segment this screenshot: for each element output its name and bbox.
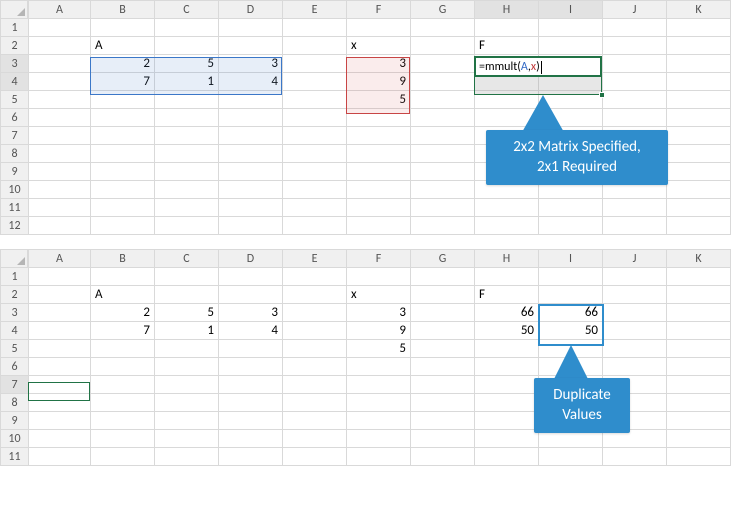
cell[interactable]: 9 bbox=[347, 322, 411, 340]
cell[interactable]: 3 bbox=[219, 55, 283, 73]
cell[interactable]: 50 bbox=[539, 322, 603, 340]
cell[interactable]: 9 bbox=[347, 73, 411, 91]
cell[interactable]: 7 bbox=[91, 73, 155, 91]
row-header[interactable]: 7 bbox=[1, 127, 29, 145]
row-header[interactable]: 7 bbox=[1, 376, 29, 394]
cell[interactable]: 3 bbox=[347, 304, 411, 322]
row-header[interactable]: 9 bbox=[1, 412, 29, 430]
col-header[interactable]: C bbox=[155, 1, 219, 19]
vector-x-label: x bbox=[347, 286, 411, 304]
spreadsheet-bottom: A B C D E F G H I J K 1 2 A x F 3 bbox=[0, 249, 747, 466]
col-header[interactable]: A bbox=[29, 1, 91, 19]
col-header[interactable]: D bbox=[219, 250, 283, 268]
row-header[interactable]: 5 bbox=[1, 340, 29, 358]
cell[interactable]: 1 bbox=[155, 73, 219, 91]
row-header[interactable]: 9 bbox=[1, 163, 29, 181]
col-header[interactable]: E bbox=[283, 250, 347, 268]
vector-x-label: x bbox=[347, 37, 411, 55]
row-header[interactable]: 8 bbox=[1, 394, 29, 412]
grid-top[interactable]: A B C D E F G H I J K 1 2 A x F 3 bbox=[0, 0, 731, 235]
matrix-a-label: A bbox=[91, 37, 155, 55]
row-header[interactable]: 4 bbox=[1, 73, 29, 91]
col-header[interactable]: F bbox=[347, 250, 411, 268]
select-all-corner[interactable] bbox=[0, 0, 28, 19]
col-header[interactable]: G bbox=[411, 1, 475, 19]
row-header[interactable]: 4 bbox=[1, 322, 29, 340]
cell[interactable]: 3 bbox=[347, 55, 411, 73]
row-header[interactable]: 8 bbox=[1, 145, 29, 163]
cell[interactable]: 66 bbox=[539, 304, 603, 322]
spreadsheet-top: A B C D E F G H I J K 1 2 A x F 3 bbox=[0, 0, 747, 235]
col-header[interactable]: A bbox=[29, 250, 91, 268]
col-header[interactable]: J bbox=[603, 250, 667, 268]
row-header[interactable]: 2 bbox=[1, 37, 29, 55]
grid-bottom[interactable]: A B C D E F G H I J K 1 2 A x F 3 bbox=[0, 249, 731, 466]
row-header[interactable]: 10 bbox=[1, 430, 29, 448]
cell[interactable]: 7 bbox=[91, 322, 155, 340]
row-header[interactable]: 1 bbox=[1, 19, 29, 37]
col-header[interactable]: B bbox=[91, 250, 155, 268]
row-header[interactable]: 3 bbox=[1, 55, 29, 73]
cell[interactable]: 3 bbox=[219, 304, 283, 322]
col-header[interactable]: J bbox=[603, 1, 667, 19]
col-header-row: A B C D E F G H I J K bbox=[1, 1, 731, 19]
col-header[interactable]: B bbox=[91, 1, 155, 19]
result-f-label: F bbox=[475, 37, 539, 55]
row-header[interactable]: 6 bbox=[1, 109, 29, 127]
formula-input[interactable]: =mmult(A,x) bbox=[476, 58, 600, 74]
row-header[interactable]: 11 bbox=[1, 448, 29, 466]
cell[interactable]: 5 bbox=[155, 55, 219, 73]
col-header-row: A B C D E F G H I J K bbox=[1, 250, 731, 268]
cell[interactable]: 50 bbox=[475, 322, 539, 340]
result-f-label: F bbox=[475, 286, 539, 304]
row-header[interactable]: 2 bbox=[1, 286, 29, 304]
row-header[interactable]: 11 bbox=[1, 199, 29, 217]
col-header[interactable]: I bbox=[539, 250, 603, 268]
active-cell[interactable]: =mmult(A,x) bbox=[474, 56, 602, 77]
cell[interactable]: 5 bbox=[347, 340, 411, 358]
cell[interactable]: 2 bbox=[91, 304, 155, 322]
matrix-a-label: A bbox=[91, 286, 155, 304]
col-header[interactable]: K bbox=[667, 250, 731, 268]
col-header[interactable]: G bbox=[411, 250, 475, 268]
cell[interactable]: 5 bbox=[347, 91, 411, 109]
select-all-corner[interactable] bbox=[0, 249, 28, 268]
text-cursor bbox=[541, 61, 542, 74]
col-header[interactable]: C bbox=[155, 250, 219, 268]
row-header[interactable]: 1 bbox=[1, 268, 29, 286]
col-header[interactable]: D bbox=[219, 1, 283, 19]
col-header[interactable]: F bbox=[347, 1, 411, 19]
col-header[interactable]: I bbox=[539, 1, 603, 19]
col-header[interactable]: K bbox=[667, 1, 731, 19]
cell[interactable]: 1 bbox=[155, 322, 219, 340]
cell[interactable]: 66 bbox=[475, 304, 539, 322]
cell[interactable]: 4 bbox=[219, 322, 283, 340]
col-header[interactable]: E bbox=[283, 1, 347, 19]
col-header[interactable]: H bbox=[475, 250, 539, 268]
row-header[interactable]: 6 bbox=[1, 358, 29, 376]
row-header[interactable]: 5 bbox=[1, 91, 29, 109]
row-header[interactable]: 12 bbox=[1, 217, 29, 235]
cell[interactable]: 5 bbox=[155, 304, 219, 322]
row-header[interactable]: 3 bbox=[1, 304, 29, 322]
row-header[interactable]: 10 bbox=[1, 181, 29, 199]
col-header[interactable]: H bbox=[475, 1, 539, 19]
cell[interactable]: 4 bbox=[219, 73, 283, 91]
cell[interactable]: 2 bbox=[91, 55, 155, 73]
